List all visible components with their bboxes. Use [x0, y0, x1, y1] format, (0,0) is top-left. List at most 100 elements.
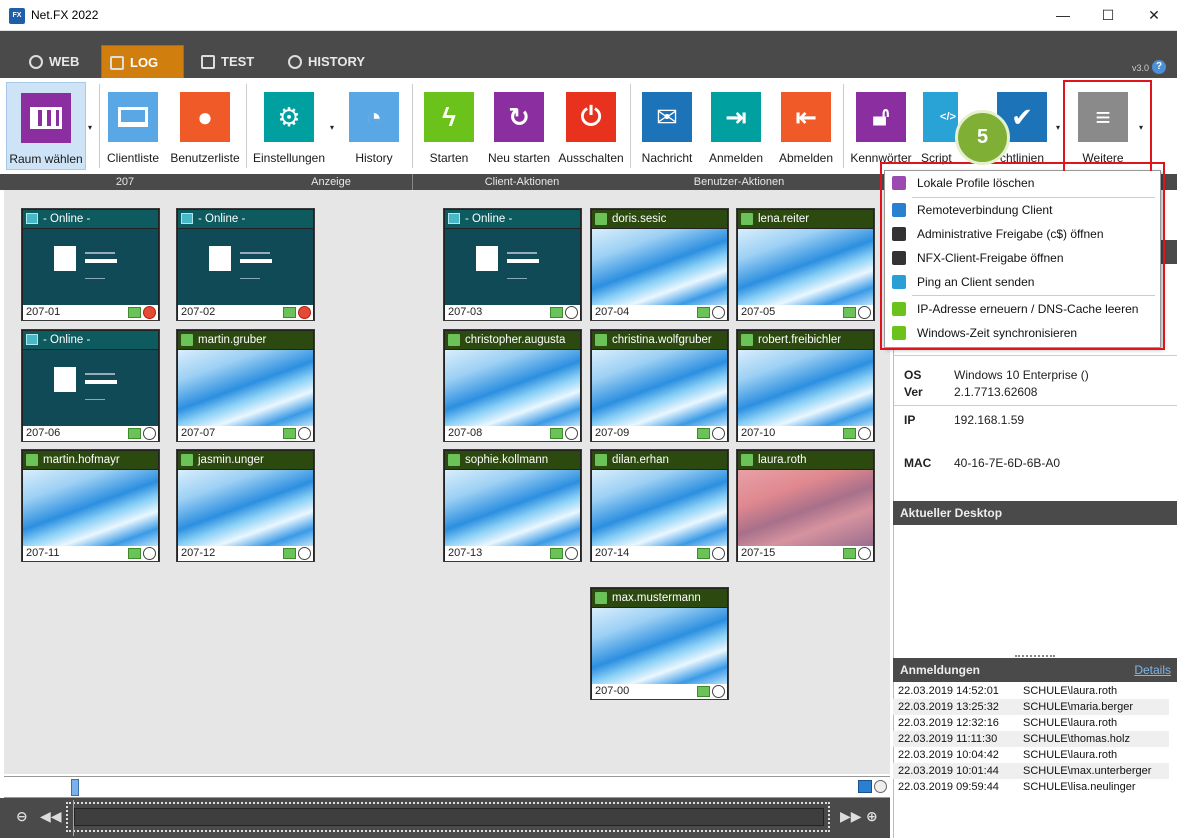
login-date: 22.03.2019 09:59:44 [898, 781, 999, 793]
client-tile[interactable]: - Online - 207-02 [176, 208, 315, 321]
client-tile[interactable]: robert.freibichler 207-10 [736, 329, 875, 442]
tile-header-label: dilan.erhan [612, 454, 669, 466]
client-tile[interactable]: - Online - 207-03 [443, 208, 582, 321]
tile-screen-preview [178, 350, 313, 426]
login-line [507, 278, 527, 279]
client-tile[interactable]: laura.roth 207-15 [736, 449, 875, 562]
logout-icon: ⇤ [781, 92, 831, 142]
scrub-marker [73, 800, 74, 836]
minimize-button[interactable]: — [1040, 0, 1086, 31]
logins-details-link[interactable]: Details [1134, 663, 1171, 677]
tile-header-label: - Online - [43, 334, 91, 346]
settings-dropdown[interactable]: ▾ [330, 123, 338, 132]
tile-client-name: 207-09 [595, 427, 630, 439]
login-row[interactable]: 22.03.2019 09:59:44 SCHULE\lisa.neulinger [893, 779, 1169, 795]
client-tile[interactable]: - Online - 207-01 [21, 208, 160, 321]
tile-screen-preview [23, 229, 158, 305]
divider [893, 405, 1177, 406]
login-user: SCHULE\maria.berger [1023, 701, 1134, 713]
login-row[interactable]: 22.03.2019 10:04:42 SCHULE\laura.roth [893, 747, 1169, 763]
timeline-track[interactable] [4, 776, 890, 798]
tile-footer: 207-10 [738, 426, 873, 441]
room-select-dropdown[interactable]: ▾ [88, 123, 96, 132]
client-tile[interactable]: christopher.augusta 207-08 [443, 329, 582, 442]
client-tile[interactable]: jasmin.unger 207-12 [176, 449, 315, 562]
monitor-status-icon [843, 428, 856, 439]
tile-header: christina.wolfgruber [592, 331, 727, 349]
shutdown-button[interactable]: ⏻ Ausschalten [557, 82, 625, 170]
user-icon [595, 454, 607, 466]
login-row[interactable]: 22.03.2019 14:52:01 SCHULE\laura.roth [893, 683, 1169, 699]
fast-forward-icon[interactable]: ▶▶ [840, 808, 862, 825]
login-date: 22.03.2019 14:52:01 [898, 685, 999, 697]
tile-footer: 207-14 [592, 546, 727, 561]
restart-button[interactable]: ↻ Neu starten [484, 82, 554, 170]
rewind-icon[interactable]: ◀◀ [40, 808, 62, 825]
help-icon[interactable]: ? [1152, 60, 1166, 74]
settings-button[interactable]: ⚙ Einstellungen [250, 82, 328, 170]
window-title: Net.FX 2022 [31, 8, 99, 22]
login-row[interactable]: 22.03.2019 10:01:44 SCHULE\max.unterberge… [893, 763, 1169, 779]
tile-screen-preview [592, 608, 727, 684]
client-tile[interactable]: max.mustermann 207-00 [590, 587, 729, 700]
zoom-out-icon[interactable]: ⊖ [16, 808, 28, 825]
login-field [85, 259, 117, 263]
zoom-in-icon[interactable]: ⊕ [866, 808, 878, 825]
client-tile[interactable]: christina.wolfgruber 207-09 [590, 329, 729, 442]
timeline-thumb[interactable] [71, 779, 79, 796]
login-user: SCHULE\lisa.neulinger [1023, 781, 1136, 793]
client-list-button[interactable]: Clientliste [102, 82, 164, 170]
tile-header-label: robert.freibichler [758, 334, 842, 346]
tab-web[interactable]: WEB [21, 45, 99, 79]
monitor-icon[interactable] [858, 780, 872, 793]
network-status-icon [712, 547, 725, 560]
history-button[interactable]: ◔ History [342, 82, 406, 170]
client-tile[interactable]: sophie.kollmann 207-13 [443, 449, 582, 562]
message-button[interactable]: ✉ Nachricht [636, 82, 698, 170]
mac-key: MAC [904, 456, 932, 470]
login-row[interactable]: 22.03.2019 13:25:32 SCHULE\maria.berger [893, 699, 1169, 715]
history-icon [288, 55, 302, 69]
scrub-track[interactable] [74, 808, 824, 826]
room-select-button[interactable]: Raum wählen [6, 82, 86, 170]
script-button[interactable]: </> Script [918, 82, 958, 170]
tile-header: christopher.augusta [445, 331, 580, 349]
tile-footer: 207-05 [738, 305, 873, 320]
monitor-status-icon [843, 548, 856, 559]
tab-log[interactable]: LOG [101, 45, 184, 79]
client-tile[interactable]: doris.sesic 207-04 [590, 208, 729, 321]
login-line [507, 252, 537, 254]
tab-test[interactable]: TEST [193, 45, 273, 79]
logout-button[interactable]: ⇤ Abmelden [775, 82, 837, 170]
network-status-icon [298, 427, 311, 440]
step-badge: 5 [955, 110, 1010, 165]
client-tile[interactable]: dilan.erhan 207-14 [590, 449, 729, 562]
client-tile[interactable]: martin.hofmayr 207-11 [21, 449, 160, 562]
tab-history[interactable]: HISTORY [280, 45, 390, 79]
client-tile[interactable]: - Online - 207-06 [21, 329, 160, 442]
network-status-icon [565, 306, 578, 319]
user-list-button[interactable]: ● Benutzerliste [168, 82, 242, 170]
tile-client-name: 207-06 [26, 427, 61, 439]
start-button[interactable]: ϟ Starten [418, 82, 480, 170]
netfx-app-icon: FX [9, 8, 25, 24]
maximize-button[interactable]: ☐ [1085, 0, 1131, 31]
login-row[interactable]: 22.03.2019 12:32:16 SCHULE\laura.roth [893, 715, 1169, 731]
mail-icon: ✉ [642, 92, 692, 142]
tile-header-label: - Online - [198, 213, 246, 225]
login-field [240, 259, 272, 263]
tile-header-label: doris.sesic [612, 213, 667, 225]
login-icon: ⇥ [711, 92, 761, 142]
close-button[interactable]: ✕ [1131, 0, 1177, 31]
login-row[interactable]: 22.03.2019 11:11:30 SCHULE\thomas.holz [893, 731, 1169, 747]
login-button[interactable]: ⇥ Anmelden [705, 82, 767, 170]
client-tile[interactable]: martin.gruber 207-07 [176, 329, 315, 442]
tile-header: sophie.kollmann [445, 451, 580, 469]
tile-header-label: christina.wolfgruber [612, 334, 712, 346]
tile-client-name: 207-02 [181, 306, 216, 318]
login-line [240, 278, 260, 279]
globe-icon[interactable] [874, 780, 887, 793]
client-tile[interactable]: lena.reiter 207-05 [736, 208, 875, 321]
passwords-button[interactable]: 🔓︎ Kennwörter [848, 82, 914, 170]
tile-client-name: 207-10 [741, 427, 776, 439]
